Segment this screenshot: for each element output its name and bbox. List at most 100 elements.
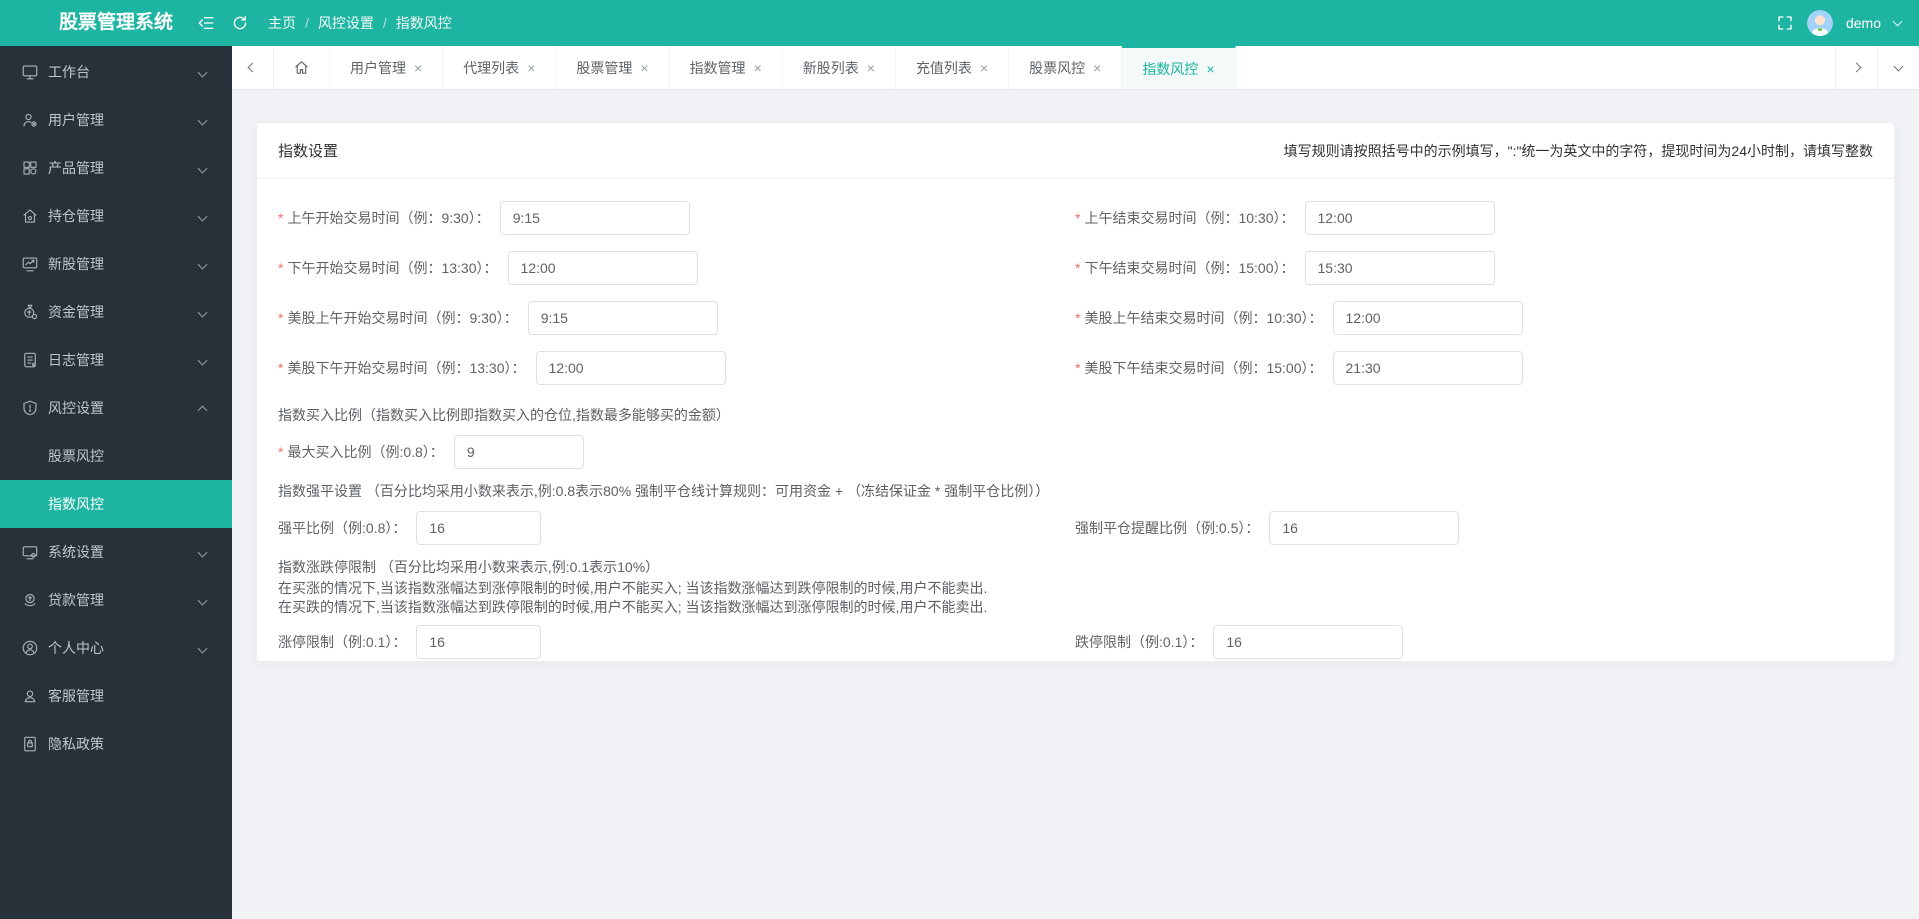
input-fall-limit[interactable]	[1213, 625, 1404, 659]
field-max-buy-ratio: * 最大买入比例（例:0.8）：	[278, 435, 1874, 469]
tabs-scroll-left-button[interactable]	[232, 46, 274, 89]
close-icon[interactable]: ×	[414, 61, 422, 75]
sidebar-item-label: 客服管理	[48, 688, 104, 704]
sidebar-item-user-mgmt[interactable]: 用户管理	[0, 96, 232, 144]
field-force-close-alert-ratio: 强制平仓提醒比例（例:0.5）：	[1075, 511, 1874, 545]
input-morning-open-time[interactable]	[499, 201, 690, 235]
tab-index-risk[interactable]: 指数风控 ×	[1122, 46, 1236, 89]
input-force-close-alert-ratio[interactable]	[1269, 511, 1460, 545]
input-us-morning-close-time[interactable]	[1332, 301, 1523, 335]
field-morning-close-time: * 上午结束交易时间（例：10:30）：	[1075, 201, 1874, 235]
tab-recharge-list[interactable]: 充值列表 ×	[896, 46, 1010, 89]
input-us-morning-open-time[interactable]	[527, 301, 718, 335]
avatar[interactable]	[1806, 10, 1833, 36]
sidebar-item-workbench[interactable]: 工作台	[0, 48, 232, 96]
tabs-menu-button[interactable]	[1877, 46, 1919, 89]
sidebar-item-system-settings[interactable]: 系统设置	[0, 528, 232, 576]
tabs-scroll-right-button[interactable]	[1835, 46, 1877, 89]
top-header: 股票管理系统 主页 / 风控设置 / 指数风控 demo	[0, 0, 1919, 46]
chevron-down-icon	[197, 67, 208, 77]
field-label: 美股下午结束交易时间（例：15:00）：	[1084, 360, 1323, 376]
tab-index-mgmt[interactable]: 指数管理 ×	[670, 46, 783, 89]
tab-agent-list[interactable]: 代理列表 ×	[443, 46, 557, 89]
sidebar-item-risk-settings[interactable]: 风控设置	[0, 384, 232, 432]
sidebar-item-log-mgmt[interactable]: 日志管理	[0, 336, 232, 384]
close-icon[interactable]: ×	[640, 61, 648, 75]
field-label: 最大买入比例（例:0.8）：	[287, 444, 444, 460]
sidebar-subitem-stock-risk[interactable]: 股票风控	[0, 432, 232, 480]
field-label: 上午结束交易时间（例：10:30）：	[1084, 210, 1295, 226]
chevron-down-icon	[197, 547, 208, 557]
sidebar-item-position-mgmt[interactable]: 持仓管理	[0, 192, 232, 240]
chevron-down-icon	[197, 643, 208, 653]
chevron-down-icon	[197, 259, 208, 269]
sidebar-item-label: 隐私政策	[48, 736, 104, 752]
input-us-afternoon-open-time[interactable]	[535, 351, 726, 385]
input-afternoon-close-time[interactable]	[1304, 251, 1495, 285]
field-force-close-ratio: 强平比例（例:0.8）：	[278, 511, 1075, 545]
input-us-afternoon-close-time[interactable]	[1332, 351, 1523, 385]
field-label: 下午开始交易时间（例：13:30）：	[287, 260, 498, 276]
field-label: 下午结束交易时间（例：15:00）：	[1084, 260, 1295, 276]
field-label: 涨停限制（例:0.1）：	[278, 634, 407, 650]
field-morning-open-time: * 上午开始交易时间（例：9:30）：	[278, 201, 1075, 235]
close-icon[interactable]: ×	[1093, 61, 1101, 75]
tab-stock-risk[interactable]: 股票风控 ×	[1009, 46, 1123, 89]
required-mark: *	[1075, 260, 1081, 276]
breadcrumb-risk-settings[interactable]: 风控设置	[318, 13, 374, 33]
fullscreen-icon[interactable]	[1776, 14, 1794, 32]
username[interactable]: demo	[1846, 15, 1881, 31]
sidebar-item-product-mgmt[interactable]: 产品管理	[0, 144, 232, 192]
tab-label: 股票管理	[576, 59, 633, 76]
input-afternoon-open-time[interactable]	[507, 251, 698, 285]
sidebar-item-loan-mgmt[interactable]: 贷款管理	[0, 576, 232, 624]
input-force-close-ratio[interactable]	[416, 511, 542, 545]
sidebar-item-label: 资金管理	[48, 304, 104, 320]
sidebar-item-ipo-mgmt[interactable]: 新股管理	[0, 240, 232, 288]
close-icon[interactable]: ×	[867, 61, 875, 75]
sidebar-item-label: 新股管理	[48, 256, 104, 272]
tab-home[interactable]	[274, 46, 330, 89]
sidebar-item-customer-service[interactable]: 客服管理	[0, 672, 232, 720]
sidebar-item-label: 持仓管理	[48, 208, 104, 224]
field-label: 美股上午结束交易时间（例：10:30）：	[1084, 310, 1323, 326]
sidebar-item-privacy-policy[interactable]: 隐私政策	[0, 720, 232, 768]
arrow-right-icon	[1851, 62, 1862, 73]
breadcrumb: 主页 / 风控设置 / 指数风控	[268, 0, 452, 46]
close-icon[interactable]: ×	[754, 61, 762, 75]
required-mark: *	[278, 310, 284, 326]
close-icon[interactable]: ×	[1206, 62, 1214, 76]
tab-user-mgmt[interactable]: 用户管理 ×	[330, 46, 444, 89]
chevron-down-icon	[197, 307, 208, 317]
close-icon[interactable]: ×	[980, 61, 988, 75]
breadcrumb-separator: /	[305, 15, 309, 31]
limit-section-heading: 指数涨跌停限制 （百分比均采用小数来表示,例:0.1表示10%）	[278, 559, 660, 575]
user-menu-chevron-icon[interactable]	[1892, 16, 1903, 26]
tab-label: 用户管理	[350, 59, 406, 76]
sidebar-fold-icon[interactable]	[197, 14, 215, 37]
input-morning-close-time[interactable]	[1304, 201, 1495, 235]
sidebar-item-label: 系统设置	[48, 544, 104, 560]
input-max-buy-ratio[interactable]	[453, 435, 584, 469]
index-settings-card: 指数设置 填写规则请按照括号中的示例填写，":"统一为英文中的字符，提现时间为2…	[256, 122, 1895, 662]
tab-ipo-list[interactable]: 新股列表 ×	[783, 46, 896, 89]
required-mark: *	[278, 260, 284, 276]
buy-ratio-section-heading: 指数买入比例（指数买入比例即指数买入的仓位,指数最多能够买的金额）	[278, 407, 730, 423]
sidebar-subitem-index-risk[interactable]: 指数风控	[0, 480, 232, 528]
refresh-icon[interactable]	[231, 14, 249, 37]
chevron-down-icon	[197, 595, 208, 605]
field-label: 强平比例（例:0.8）：	[278, 520, 407, 536]
sidebar-item-personal-center[interactable]: 个人中心	[0, 624, 232, 672]
field-afternoon-open-time: * 下午开始交易时间（例：13:30）：	[278, 251, 1075, 285]
field-us-morning-close-time: * 美股上午结束交易时间（例：10:30）：	[1075, 301, 1874, 335]
sidebar-item-label: 产品管理	[48, 160, 104, 176]
tab-stock-mgmt[interactable]: 股票管理 ×	[556, 46, 670, 89]
force-close-section-heading: 指数强平设置 （百分比均采用小数来表示,例:0.8表示80% 强制平仓线计算规则…	[278, 483, 1050, 499]
input-rise-limit[interactable]	[416, 625, 542, 659]
sidebar-item-funds-mgmt[interactable]: 资金管理	[0, 288, 232, 336]
chevron-up-icon	[197, 405, 208, 415]
close-icon[interactable]: ×	[527, 61, 535, 75]
breadcrumb-home[interactable]: 主页	[268, 13, 296, 33]
tab-bar: 用户管理 × 代理列表 × 股票管理 × 指数管理 × 新股列表 × 充值列表 …	[232, 46, 1919, 90]
main-content: 指数设置 填写规则请按照括号中的示例填写，":"统一为英文中的字符，提现时间为2…	[232, 90, 1919, 919]
